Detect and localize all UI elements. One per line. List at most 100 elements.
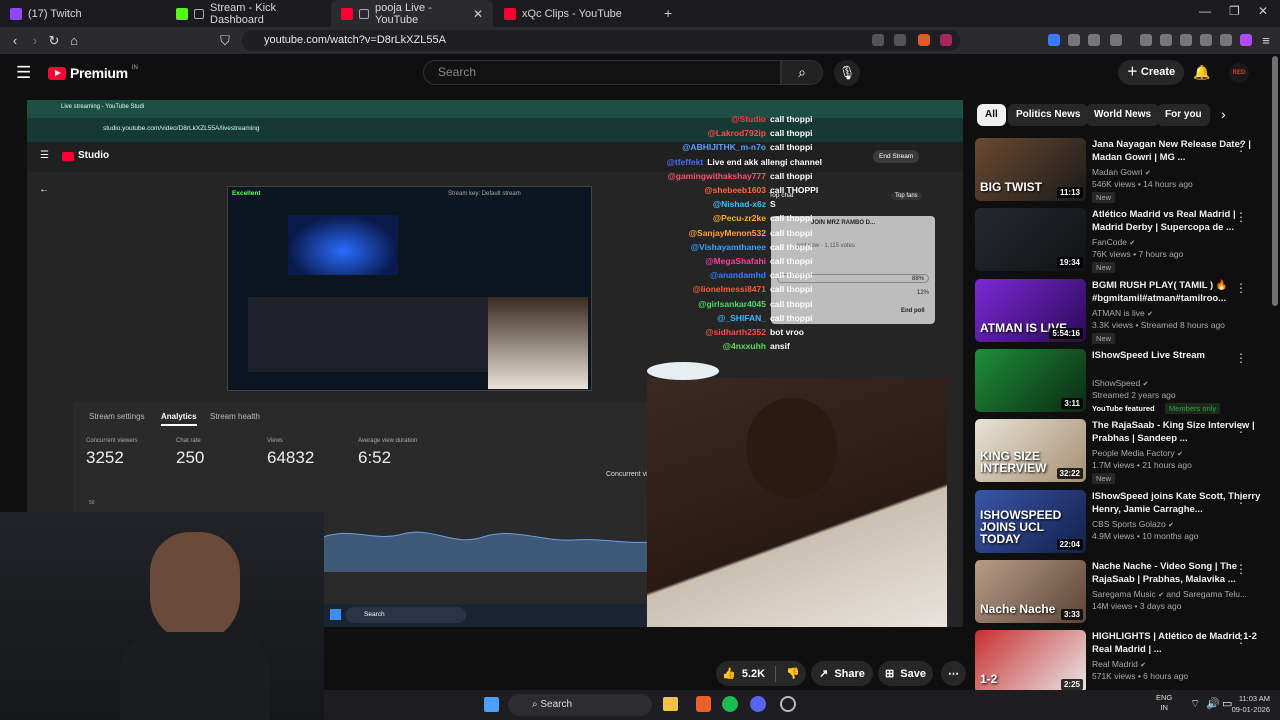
close-window-icon[interactable]: ✕ (1258, 4, 1268, 18)
chat-username: @4nxxuhh (722, 341, 766, 352)
menu-icon[interactable]: ≡ (1256, 31, 1276, 51)
chip-world-news[interactable]: World News (1086, 104, 1160, 126)
video-thumbnail[interactable]: KING SIZE INTERVIEW 32:22 (975, 419, 1086, 483)
recommended-video[interactable]: 3:11 IShowSpeed Live Stream IShowSpeed ✔ St… (975, 348, 1275, 414)
video-thumbnail[interactable]: ATMAN IS LIVE 5:54:16 (975, 278, 1086, 342)
chip-for-you[interactable]: For you (1157, 104, 1210, 126)
tab-kick[interactable]: Stream - Kick Dashboard (166, 0, 329, 27)
windows-start-icon[interactable] (484, 697, 499, 712)
search-button[interactable]: ⌕ (781, 60, 823, 85)
leo-icon[interactable] (1200, 34, 1212, 46)
channel-name[interactable]: CBS Sports Golazo ✔ (1092, 519, 1174, 529)
home-icon[interactable]: ⌂ (64, 31, 84, 51)
notifications-icon[interactable]: 🔔 (1193, 64, 1210, 81)
wallet-icon[interactable] (1180, 34, 1192, 46)
more-options-icon[interactable]: ⋮ (1235, 562, 1247, 576)
tab-xqc-clips[interactable]: xQc Clips - YouTube (494, 0, 659, 27)
recommended-video[interactable]: BIG TWIST 11:13 Jana Nayagan New Release D… (975, 138, 1275, 203)
vpn-icon[interactable] (1220, 34, 1232, 46)
clock[interactable]: 11:03 AM 09-01-2026 (1230, 693, 1270, 715)
channel-name[interactable]: FanCode ✔ (1092, 237, 1135, 247)
tab-twitch[interactable]: (17) Twitch (0, 0, 165, 27)
address-bar[interactable]: youtube.com/watch?v=D8rLkXZL55A (242, 30, 960, 51)
recommended-video[interactable]: ISHOWSPEED JOINS UCL TODAY 22:04 IShowSpee… (975, 489, 1275, 555)
recommended-video[interactable]: 1-2 2:25 HIGHLIGHTS | Atlético de Madrid 1… (975, 630, 1275, 695)
extension-icon[interactable] (1110, 34, 1122, 46)
scrollbar[interactable] (1272, 56, 1278, 306)
more-options-icon[interactable]: ⋮ (1235, 421, 1247, 435)
cast-icon[interactable] (872, 34, 884, 46)
more-options-icon[interactable]: ⋮ (1235, 281, 1247, 295)
like-count[interactable]: 5.2K (742, 668, 765, 680)
chat-message: @_SHIFAN_ call thoppi (642, 311, 822, 325)
video-thumbnail[interactable]: Nache Nache 3:33 (975, 559, 1086, 623)
wifi-icon[interactable]: ⌔ (1190, 697, 1200, 711)
channel-name[interactable]: ATMAN is live ✔ (1092, 308, 1153, 318)
more-options-icon[interactable]: ⋮ (1235, 351, 1247, 365)
profile-icon[interactable] (1240, 34, 1252, 46)
like-icon[interactable]: 👍 (722, 667, 736, 680)
recommended-video[interactable]: Nache Nache 3:33 Nache Nache - Video Song … (975, 559, 1275, 625)
sidebar-icon[interactable] (1160, 34, 1172, 46)
minimize-icon[interactable]: — (1199, 4, 1211, 18)
video-thumbnail[interactable]: ISHOWSPEED JOINS UCL TODAY 22:04 (975, 489, 1086, 553)
file-explorer-icon[interactable] (663, 697, 678, 711)
hamburger-icon[interactable]: ☰ (16, 63, 31, 83)
chevron-right-icon[interactable]: › (1221, 106, 1226, 122)
channel-name[interactable]: Saregama Music ✔ and Saregama Telu... (1092, 589, 1247, 599)
search-input[interactable]: Search (423, 60, 781, 85)
volume-icon[interactable]: 🔊 (1206, 697, 1220, 710)
recommended-video[interactable]: ATMAN IS LIVE 5:54:16 BGMI RUSH PLAY( TAMI… (975, 278, 1275, 344)
taskbar-search-label: Search (540, 699, 573, 710)
avatar[interactable]: RED (1229, 63, 1249, 83)
chat-message: @sidharth2352 bot vroo (642, 325, 822, 339)
chat-username: @gamingwithakshay777 (667, 170, 766, 181)
more-options-icon[interactable]: ⋮ (1235, 492, 1247, 506)
more-options-icon[interactable]: ⋮ (1235, 632, 1247, 646)
taskbar-search[interactable]: ⌕ Search (508, 694, 652, 716)
tab-pooja-live[interactable]: pooja Live - YouTube ✕ (331, 0, 493, 27)
channel-name[interactable]: Madan Gowri ✔ (1092, 167, 1151, 177)
obs-icon[interactable] (780, 696, 796, 712)
extension-icon[interactable] (1048, 34, 1060, 46)
extension-icon[interactable] (1068, 34, 1080, 46)
channel-name[interactable]: Real Madrid ✔ (1092, 659, 1146, 669)
bookmark-icon[interactable]: ⛉ (215, 31, 235, 51)
back-icon[interactable]: ‹ (5, 31, 25, 51)
channel-name[interactable]: People Media Factory ✔ (1092, 448, 1183, 458)
share-button[interactable]: ↗ Share (811, 661, 873, 686)
share-page-icon[interactable] (894, 34, 906, 46)
recommended-video[interactable]: 19:34 Atlético Madrid vs Real Madrid | Ma… (975, 208, 1275, 274)
rewards-icon[interactable] (940, 34, 952, 46)
chip-politics-news[interactable]: Politics News (1008, 104, 1089, 126)
chat-message: @Studio call thoppi (642, 112, 822, 126)
forward-icon[interactable]: › (25, 31, 45, 51)
chip-all[interactable]: All (977, 104, 1006, 126)
create-button[interactable]: ＋ Create (1118, 60, 1184, 85)
voice-search-button[interactable]: 🎙 (834, 60, 860, 86)
more-options-icon[interactable]: ⋮ (1235, 140, 1247, 154)
video-thumbnail[interactable]: BIG TWIST 11:13 (975, 138, 1086, 201)
brave-shield-icon[interactable] (918, 34, 930, 46)
discord-icon[interactable] (750, 696, 766, 712)
twitch-icon (10, 7, 22, 20)
channel-name[interactable]: IShowSpeed ✔ (1092, 378, 1148, 388)
youtube-logo[interactable]: Premium IN (48, 65, 138, 81)
language-indicator[interactable]: ENG IN (1156, 693, 1172, 713)
more-options-icon[interactable]: ⋮ (1235, 210, 1247, 224)
close-tab-icon[interactable]: ✕ (473, 7, 483, 21)
media-icon[interactable] (1140, 34, 1152, 46)
recommended-video[interactable]: KING SIZE INTERVIEW 32:22 The RajaSaab - K… (975, 419, 1275, 485)
dislike-icon[interactable]: 👎 (786, 667, 800, 680)
more-actions-button[interactable]: ⋯ (941, 661, 966, 686)
video-thumbnail[interactable]: 19:34 (975, 208, 1086, 272)
brave-icon[interactable] (696, 696, 711, 712)
spotify-icon[interactable] (722, 696, 738, 712)
new-tab-icon[interactable]: + (664, 5, 672, 21)
puzzle-icon[interactable] (1088, 34, 1100, 46)
reload-icon[interactable]: ↻ (44, 31, 64, 51)
save-button[interactable]: ⊞ Save (878, 661, 933, 686)
video-thumbnail[interactable]: 1-2 2:25 (975, 630, 1086, 694)
video-thumbnail[interactable]: 3:11 (975, 348, 1086, 412)
restore-icon[interactable]: ❐ (1229, 4, 1240, 18)
